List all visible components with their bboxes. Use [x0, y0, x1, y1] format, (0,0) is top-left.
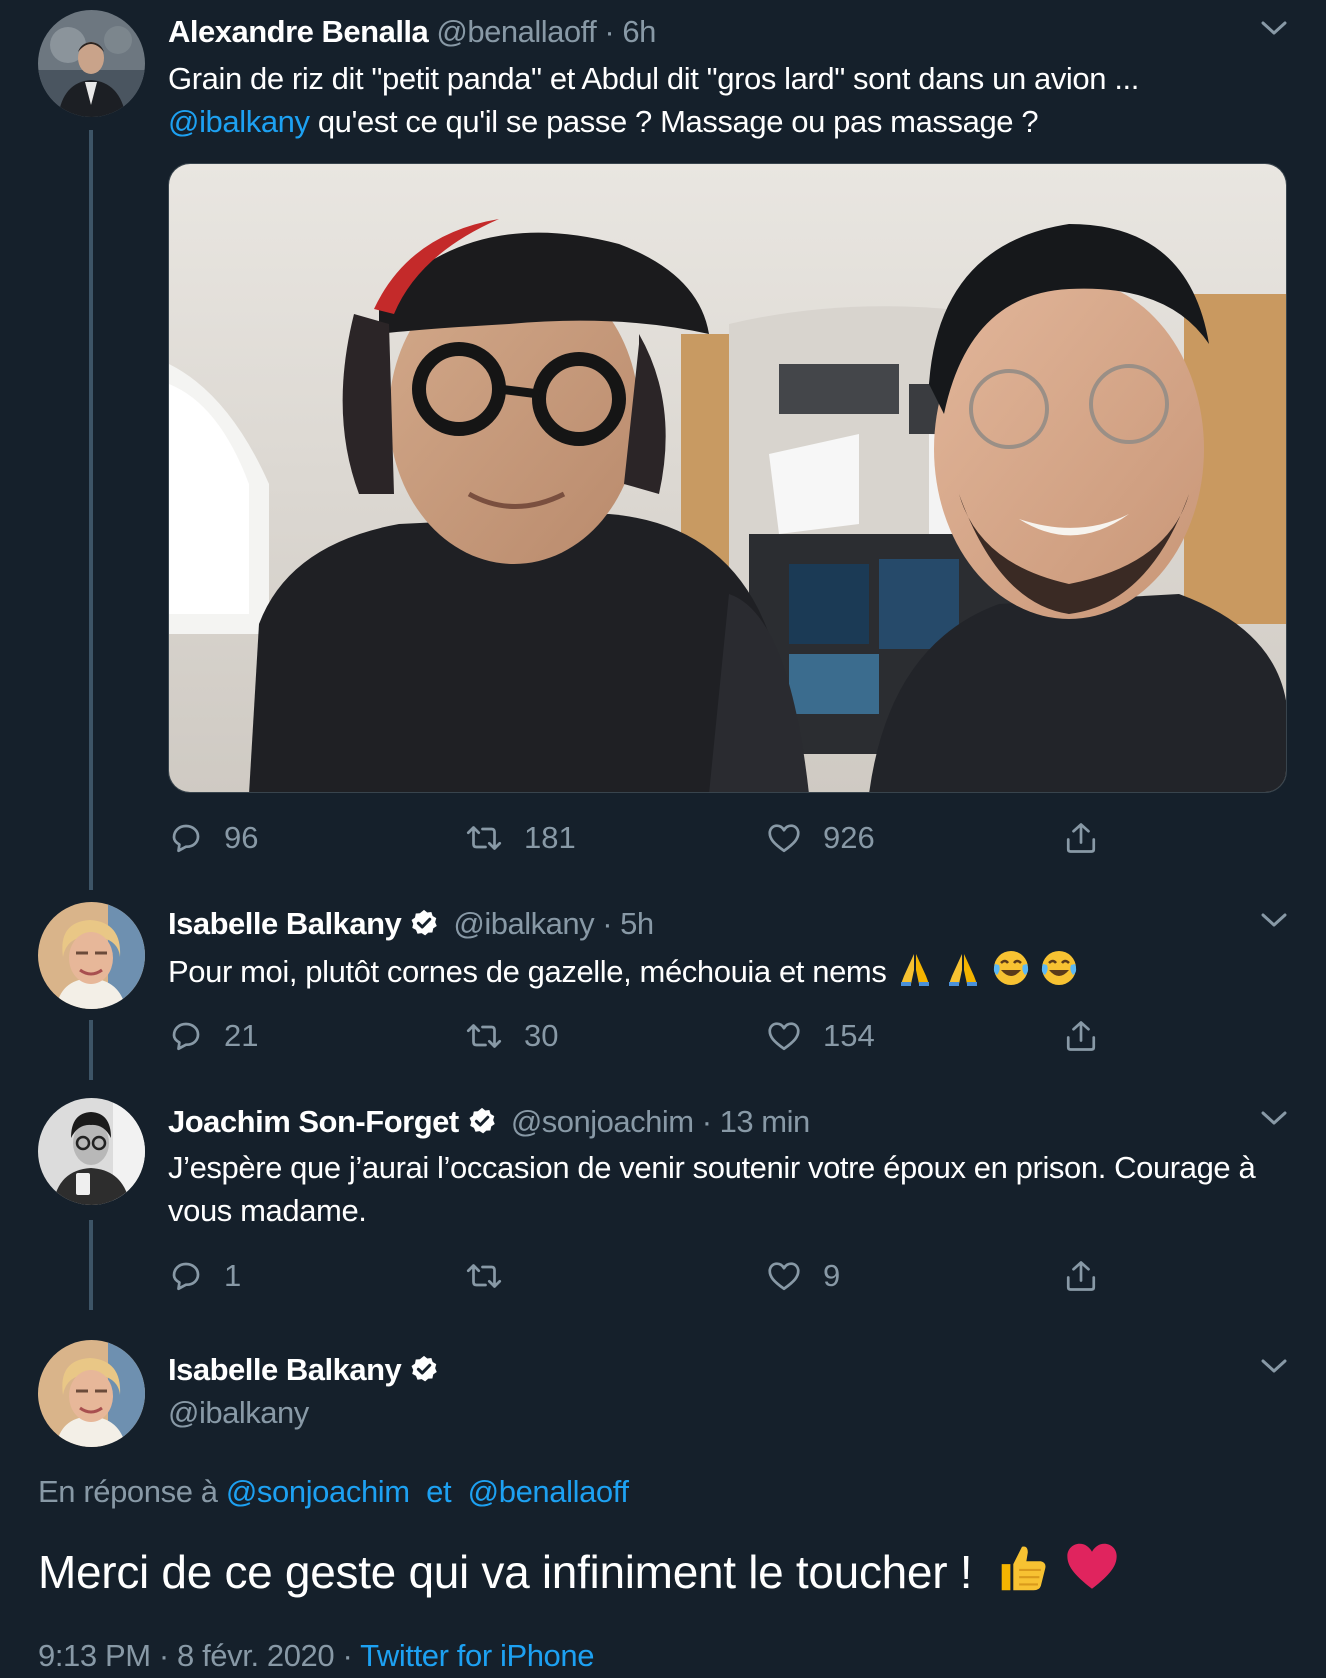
verified-badge-icon — [411, 1355, 437, 1382]
tweet-meta: 9:13 PM · 8 févr. 2020 · Twitter for iPh… — [38, 1638, 594, 1674]
reply-icon — [172, 824, 200, 853]
retweet-action[interactable]: 30 — [464, 1014, 558, 1058]
reply-icon — [172, 1262, 200, 1291]
display-name[interactable]: Isabelle Balkany — [168, 906, 402, 941]
tweet-actions: 96 181 926 — [168, 816, 1128, 860]
reply-prefix: En réponse à — [38, 1474, 218, 1509]
like-count: 926 — [823, 820, 875, 855]
heart-icon — [768, 1262, 800, 1291]
reply-action[interactable]: 1 — [168, 1254, 241, 1298]
user-handle[interactable]: @ibalkany — [168, 1395, 309, 1431]
thumbs-up-emoji-icon — [1001, 1546, 1046, 1591]
laughing-tears-emoji-icon — [1042, 951, 1077, 985]
tweet-text-content: Pour moi, plutôt cornes de gazelle, méch… — [168, 954, 887, 989]
tweet-sonforget[interactable]: Joachim Son-Forget @sonjoachim · 13 min … — [0, 1080, 1326, 1330]
mention-link[interactable]: @ibalkany — [168, 104, 310, 139]
chevron-down-icon[interactable] — [1260, 1110, 1288, 1133]
tweet-actions: 1 9 — [168, 1254, 1128, 1298]
reply-count: 21 — [224, 1018, 259, 1053]
tweet-balkany-reply[interactable]: Isabelle Balkany @ibalkany · 5h Pour moi… — [0, 890, 1326, 1080]
tweet-header: Alexandre Benalla @benallaoff · 6h — [168, 14, 656, 50]
tweet-actions: 21 30 154 — [168, 1014, 1128, 1058]
user-handle[interactable]: @sonjoachim — [511, 1104, 694, 1139]
avatar-balkany[interactable] — [38, 902, 145, 1009]
verified-badge-icon — [469, 1107, 495, 1134]
like-action[interactable]: 926 — [765, 816, 875, 860]
reply-mention[interactable]: @benallaoff — [468, 1474, 629, 1509]
thread-connector — [89, 1220, 93, 1310]
user-handle[interactable]: @ibalkany — [453, 906, 594, 941]
like-action[interactable]: 9 — [765, 1254, 840, 1298]
share-action[interactable] — [1063, 1014, 1099, 1058]
timestamp[interactable]: · 5h — [602, 906, 654, 941]
retweet-count: 30 — [524, 1018, 559, 1053]
reply-context: En réponse à @sonjoachim et @benallaoff — [38, 1474, 629, 1510]
chevron-down-icon[interactable] — [1260, 912, 1288, 935]
thread-connector — [89, 1020, 93, 1080]
meta-separator: · — [342, 1638, 353, 1673]
retweet-action[interactable]: 181 — [464, 816, 576, 860]
red-heart-emoji-icon — [1067, 1543, 1117, 1589]
retweet-icon — [466, 1264, 502, 1288]
heart-icon — [768, 1022, 800, 1051]
chevron-down-icon[interactable] — [1260, 1358, 1288, 1381]
retweet-action[interactable] — [464, 1254, 524, 1298]
reply-count: 96 — [224, 820, 259, 855]
folded-hands-emoji-icon — [900, 954, 929, 986]
tweet-time[interactable]: 9:13 PM — [38, 1638, 151, 1673]
reply-count: 1 — [224, 1258, 242, 1293]
share-icon — [1066, 823, 1096, 853]
tweet-header: Isabelle Balkany @ibalkany · 5h — [168, 906, 654, 942]
tweet-benalla[interactable]: Alexandre Benalla @benallaoff · 6h Grain… — [0, 0, 1326, 890]
folded-hands-emoji-icon — [948, 954, 977, 986]
tweet-source[interactable]: Twitter for iPhone — [360, 1638, 594, 1673]
reply-icon — [172, 1022, 200, 1051]
reply-action[interactable]: 96 — [168, 816, 258, 860]
heart-icon — [768, 824, 800, 853]
verified-badge-icon — [411, 909, 437, 936]
main-tweet-text-content: Merci de ce geste qui va infiniment le t… — [38, 1546, 973, 1598]
reply-conjunction: et — [426, 1474, 452, 1509]
main-tweet-text: Merci de ce geste qui va infiniment le t… — [38, 1538, 1121, 1602]
user-handle[interactable]: @benallaoff — [436, 14, 596, 49]
avatar-benalla[interactable] — [38, 10, 145, 117]
share-icon — [1066, 1021, 1096, 1051]
tweet-photo[interactable] — [168, 163, 1287, 793]
tweet-text-line: Grain de riz dit "petit panda" et Abdul … — [168, 61, 1139, 96]
avatar-balkany[interactable] — [38, 1340, 145, 1447]
tweet-text: Pour moi, plutôt cornes de gazelle, méch… — [168, 948, 1288, 993]
display-name[interactable]: Isabelle Balkany — [168, 1352, 402, 1387]
share-icon — [1066, 1261, 1096, 1291]
thread-connector — [89, 130, 93, 890]
retweet-icon — [466, 826, 502, 850]
timestamp[interactable]: · 6h — [604, 14, 656, 49]
emoji-group — [895, 951, 1080, 989]
share-action[interactable] — [1063, 816, 1099, 860]
like-action[interactable]: 154 — [765, 1014, 875, 1058]
like-count: 9 — [823, 1258, 841, 1293]
tweet-header: Joachim Son-Forget @sonjoachim · 13 min — [168, 1104, 810, 1140]
timestamp[interactable]: · 13 min — [702, 1104, 810, 1139]
retweet-icon — [466, 1024, 502, 1048]
tweet-header: Isabelle Balkany — [168, 1352, 445, 1388]
main-tweet[interactable]: Isabelle Balkany @ibalkany En réponse à … — [0, 1330, 1326, 1678]
retweet-count: 181 — [524, 820, 576, 855]
chevron-down-icon[interactable] — [1260, 20, 1288, 43]
tweet-text: Grain de riz dit "petit panda" et Abdul … — [168, 57, 1288, 143]
tweet-text-line: qu'est ce qu'il se passe ? Massage ou pa… — [309, 104, 1039, 139]
reply-mention[interactable]: @sonjoachim — [226, 1474, 410, 1509]
avatar-sonforget[interactable] — [38, 1098, 145, 1205]
like-count: 154 — [823, 1018, 875, 1053]
display-name[interactable]: Joachim Son-Forget — [168, 1104, 459, 1139]
laughing-tears-emoji-icon — [993, 951, 1029, 985]
tweet-date[interactable]: 8 févr. 2020 — [177, 1638, 335, 1673]
reply-action[interactable]: 21 — [168, 1014, 258, 1058]
share-action[interactable] — [1063, 1254, 1099, 1298]
tweet-text: J’espère que j’aurai l’occasion de venir… — [168, 1150, 1256, 1228]
meta-separator: · — [158, 1638, 169, 1673]
display-name[interactable]: Alexandre Benalla — [168, 14, 429, 49]
